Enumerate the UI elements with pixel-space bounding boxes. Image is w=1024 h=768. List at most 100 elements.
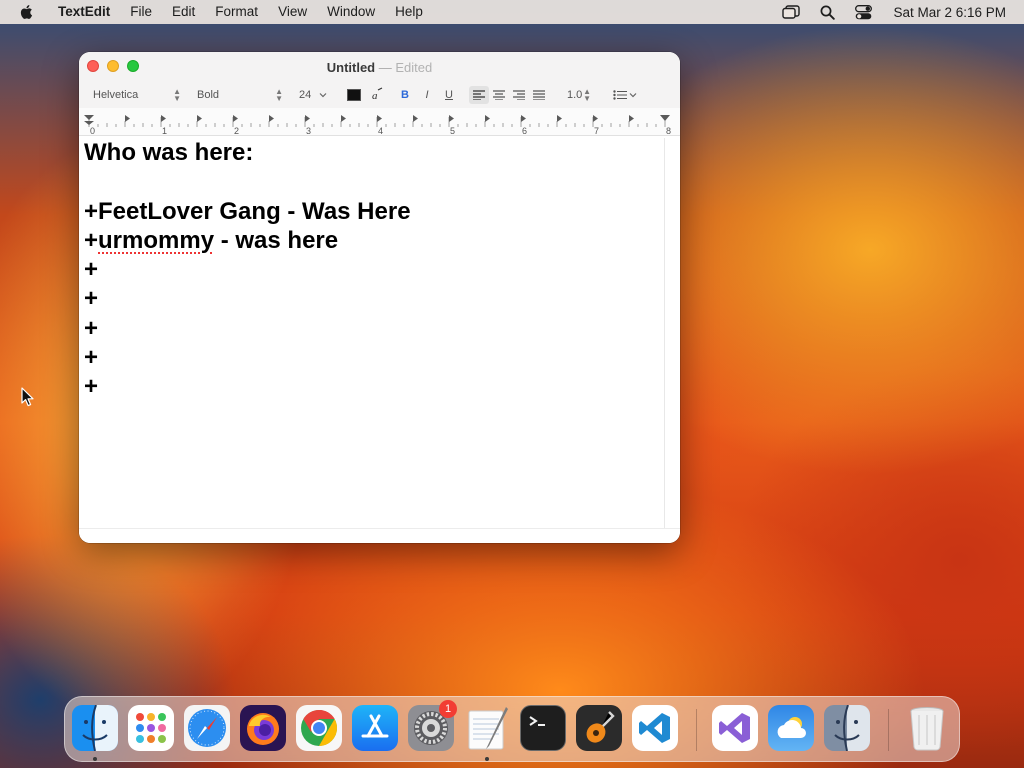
document-line: + [84,344,99,372]
document-text-area[interactable]: Who was here: +FeetLover Gang - Was Here… [79,138,665,528]
up-down-arrows-icon: ▲ ▼ [583,87,591,103]
format-toolbar: Helvetica ▲ ▼ Bold ▲ ▼ 24 a B I U 1.0 ▲ … [79,82,680,108]
highlight-color-icon[interactable]: a [367,86,387,104]
tab-stop-marker [449,115,454,122]
launchpad-grid-icon [136,713,166,743]
notification-badge: 1 [439,700,457,718]
tab-stop-marker [269,115,274,122]
dock-terminal[interactable] [520,705,566,751]
dock-app-store[interactable] [352,705,398,751]
menu-clock[interactable]: Sat Mar 2 6:16 PM [893,5,1006,20]
tab-stop-marker [485,115,490,122]
ruler[interactable]: 0 1 2 3 4 5 6 7 8 [79,108,680,136]
trash-icon [910,707,944,751]
line-spacing-select[interactable]: 1.0 ▲ ▼ [561,86,597,104]
left-indent-marker [84,121,94,125]
tab-stop-marker [557,115,562,122]
up-down-arrows-icon: ▲ ▼ [275,87,283,103]
font-size-value: 24 [299,89,312,101]
dock-weather[interactable] [768,705,814,751]
dock-vscode[interactable] [632,705,678,751]
apple-menu-icon[interactable] [18,3,36,21]
bold-button[interactable]: B [395,86,415,104]
window-bottom-edge [79,528,680,543]
close-button[interactable] [87,60,99,72]
italic-button[interactable]: I [417,86,437,104]
menu-help[interactable]: Help [385,0,433,24]
minimize-button[interactable] [107,60,119,72]
menu-format[interactable]: Format [205,0,268,24]
tab-stop-marker [161,115,166,122]
line-spacing-value: 1.0 [567,89,583,101]
right-margin-marker [660,115,670,121]
chrome-icon [301,710,338,746]
document-line: + [84,373,99,401]
safari-compass-icon [184,705,230,751]
align-center-icon[interactable] [489,86,509,104]
tab-stop-marker [413,115,418,122]
dock-finder[interactable] [72,705,118,751]
ruler-number: 2 [234,126,239,136]
dock-trash[interactable] [904,705,950,751]
list-bullets-select[interactable] [607,86,643,104]
tab-stop-marker [341,115,346,122]
dock-firefox[interactable] [240,705,286,751]
firefox-icon [247,713,279,745]
finder-icon [824,705,870,751]
vscode-icon [639,713,670,743]
window-controls [87,60,147,72]
dock-garageband[interactable] [576,705,622,751]
font-style-select[interactable]: Bold ▲ ▼ [191,86,289,104]
terminal-icon [529,716,545,726]
ruler-number: 3 [306,126,311,136]
font-size-combo[interactable]: 24 [293,86,333,104]
edited-status: Edited [395,59,433,75]
font-style-value: Bold [197,89,220,101]
line-suffix: - was here [214,226,339,254]
window-title: Untitled — Edited [79,60,680,75]
ruler-number: 0 [90,126,95,136]
dock-finder-secondary[interactable] [824,705,870,751]
menu-view[interactable]: View [268,0,317,24]
menu-edit[interactable]: Edit [162,0,205,24]
dock-safari[interactable] [184,705,230,751]
tab-stop-marker [629,115,634,122]
ruler-number: 5 [450,126,455,136]
dock-visual-studio[interactable] [712,705,758,751]
control-center-icon[interactable] [854,4,872,20]
menu-file[interactable]: File [120,0,162,24]
menu-app-name[interactable]: TextEdit [50,0,120,24]
font-family-value: Helvetica [93,89,139,101]
finder-icon [72,705,118,751]
ruler-ticks: 0 1 2 3 4 5 6 7 8 [84,115,671,136]
document-name: Untitled [326,59,376,75]
title-bar[interactable]: Untitled — Edited [79,52,680,82]
text-color-well[interactable] [347,89,361,101]
tab-stop-marker [125,115,130,122]
align-justify-icon[interactable] [529,86,549,104]
up-down-arrows-icon: ▲ ▼ [173,87,181,103]
document-line: +urmommy - was here [79,226,664,255]
ruler-number: 7 [594,126,599,136]
align-left-icon[interactable] [469,86,489,104]
svg-text:a: a [372,90,378,102]
spotlight-search-icon[interactable] [818,4,836,20]
dock-textedit[interactable] [464,705,510,751]
dock-chrome[interactable] [296,705,342,751]
tab-stop-marker [521,115,526,122]
running-indicator [93,757,97,761]
zoom-button[interactable] [127,60,139,72]
stage-manager-icon[interactable] [782,4,801,20]
dock-launchpad[interactable] [128,705,174,751]
underline-button[interactable]: U [439,86,459,104]
menu-window[interactable]: Window [317,0,385,24]
align-right-icon[interactable] [509,86,529,104]
textedit-window: Untitled — Edited Helvetica ▲ ▼ Bold ▲ ▼ 2… [79,52,680,543]
document-line: +FeetLover Gang - Was Here [84,197,411,225]
font-family-select[interactable]: Helvetica ▲ ▼ [87,86,187,104]
document-line: + [84,256,99,284]
ruler-number: 1 [162,126,167,136]
dock-system-settings[interactable]: 1 [408,700,457,751]
weather-cloud-icon [777,717,806,738]
